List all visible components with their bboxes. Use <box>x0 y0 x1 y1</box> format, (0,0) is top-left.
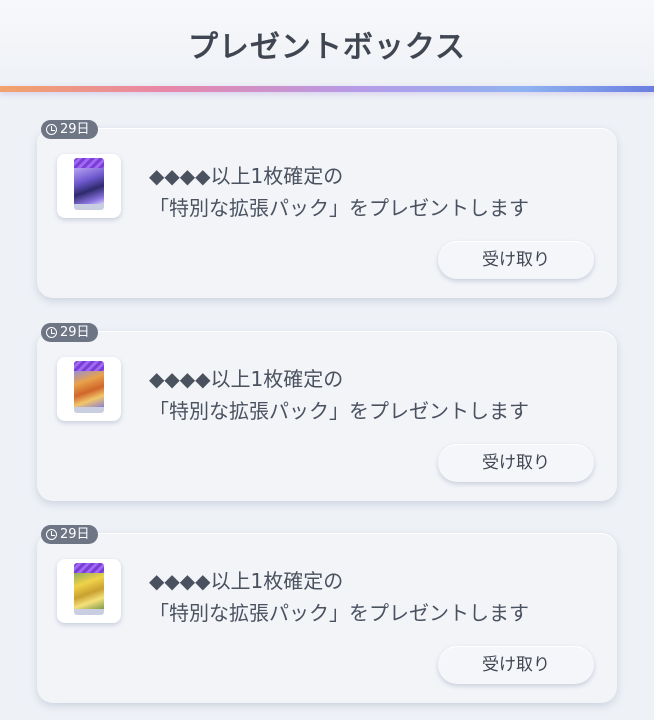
gift-message-line2: 「特別な拡張パック」をプレゼントします <box>149 196 529 220</box>
receive-button[interactable]: 受け取り <box>438 646 594 684</box>
gift-message-line1: ◆◆◆◆以上1枚確定の <box>149 367 344 391</box>
receive-button[interactable]: 受け取り <box>438 444 594 482</box>
expiry-days: 29日 <box>60 527 90 542</box>
gift-message-line1: ◆◆◆◆以上1枚確定の <box>149 569 344 593</box>
expiry-badge: 29日 <box>41 323 98 342</box>
gift-card: 29日 ◆◆◆◆以上1枚確定の 「特別な拡張パック」をプレゼントします 受け取り <box>37 525 617 703</box>
expiry-days: 29日 <box>60 122 90 137</box>
header: プレゼントボックス <box>0 0 654 88</box>
expiry-days: 29日 <box>60 325 90 340</box>
booster-pack-orange-icon <box>74 361 104 413</box>
gift-message-line1: ◆◆◆◆以上1枚確定の <box>149 164 344 188</box>
gift-thumbnail <box>57 559 121 623</box>
booster-pack-purple-icon <box>74 158 104 210</box>
clock-icon <box>46 124 57 135</box>
booster-pack-yellow-icon <box>74 563 104 615</box>
header-accent-divider <box>0 86 654 92</box>
clock-icon <box>46 529 57 540</box>
receive-button[interactable]: 受け取り <box>438 241 594 279</box>
gift-message-line2: 「特別な拡張パック」をプレゼントします <box>149 399 529 423</box>
gift-thumbnail <box>57 154 121 218</box>
gift-thumbnail <box>57 357 121 421</box>
expiry-badge: 29日 <box>41 120 98 139</box>
gift-card: 29日 ◆◆◆◆以上1枚確定の 「特別な拡張パック」をプレゼントします 受け取り <box>37 120 617 298</box>
expiry-badge: 29日 <box>41 525 98 544</box>
page-title: プレゼントボックス <box>187 30 467 65</box>
gift-message-line2: 「特別な拡張パック」をプレゼントします <box>149 601 529 625</box>
clock-icon <box>46 327 57 338</box>
gift-card: 29日 ◆◆◆◆以上1枚確定の 「特別な拡張パック」をプレゼントします 受け取り <box>37 323 617 501</box>
